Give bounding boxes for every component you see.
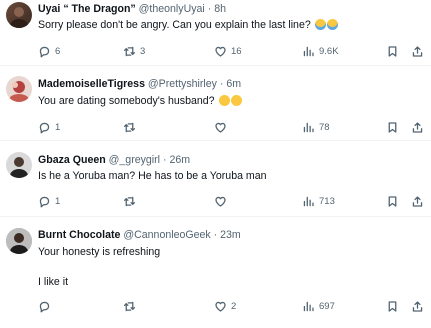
tweet-actions: 1 713	[0, 193, 431, 209]
views-count: 9.6K	[319, 45, 339, 57]
like-count: 2	[231, 300, 237, 312]
share-icon	[412, 300, 423, 312]
retweet-icon	[123, 46, 136, 56]
tweet-text: Sorry please don't be angry. Can you exp…	[38, 18, 338, 32]
reply-button[interactable]: 1	[38, 119, 60, 135]
tweet-actions: 2 697	[0, 298, 431, 314]
views-count: 713	[319, 195, 335, 207]
bookmark-icon	[388, 45, 397, 57]
retweet-icon	[123, 122, 136, 132]
handle[interactable]: @_greygirl	[109, 154, 160, 166]
timestamp[interactable]: · 8h	[208, 3, 226, 15]
views-icon	[303, 196, 314, 206]
handle[interactable]: @CannonleoGeek	[123, 229, 210, 241]
like-count: 16	[231, 45, 242, 57]
bookmark-icon	[388, 300, 397, 312]
share-button[interactable]	[411, 43, 424, 59]
share-icon	[412, 45, 423, 57]
reply-button[interactable]: 6	[38, 43, 60, 59]
reply-count: 1	[55, 195, 61, 207]
bookmark-button[interactable]	[386, 193, 399, 209]
like-button[interactable]	[214, 193, 231, 209]
reply-icon	[39, 122, 50, 133]
avatar[interactable]	[6, 2, 32, 28]
tweet-header: Uyai “ The Dragon” @theonlyUyai · 8h	[38, 2, 226, 16]
like-icon	[215, 196, 226, 207]
smirking-face-icon	[218, 95, 230, 106]
tweet-text-line-2: I like it	[38, 276, 69, 288]
tweet[interactable]: Burnt Chocolate @CannonleoGeek · 23m You…	[0, 217, 431, 328]
like-button[interactable]: 16	[214, 43, 242, 59]
share-icon	[412, 195, 423, 207]
tweet[interactable]: MademoiselleTigress @Prettyshirley · 6m …	[0, 66, 431, 141]
timestamp[interactable]: · 23m	[214, 229, 241, 241]
reply-icon	[39, 46, 50, 57]
tweet-text: You are dating somebody's husband?	[38, 94, 242, 108]
tweet-text: Your honesty is refreshing	[38, 246, 161, 258]
handle[interactable]: @Prettyshirley	[148, 78, 217, 90]
retweet-count: 3	[140, 45, 146, 57]
display-name[interactable]: Gbaza Queen	[38, 154, 106, 166]
tweet[interactable]: Uyai “ The Dragon” @theonlyUyai · 8h Sor…	[0, 0, 431, 66]
display-name[interactable]: Burnt Chocolate	[38, 229, 120, 241]
views-icon	[303, 122, 314, 132]
views-button[interactable]: 697	[302, 298, 335, 314]
reply-count: 1	[55, 121, 61, 133]
reply-count: 6	[55, 45, 61, 57]
share-button[interactable]	[411, 193, 424, 209]
bookmark-icon	[388, 121, 397, 133]
like-button[interactable]: 2	[214, 298, 236, 314]
views-icon	[303, 46, 314, 56]
tweet-actions: 6 3 16 9.6K	[0, 43, 431, 59]
views-count: 697	[319, 300, 335, 312]
retweet-button[interactable]: 3	[123, 43, 145, 59]
like-icon	[215, 301, 226, 312]
smirking-face-icon	[230, 95, 242, 106]
timestamp[interactable]: · 26m	[163, 154, 190, 166]
bookmark-icon	[388, 195, 397, 207]
share-icon	[412, 121, 423, 133]
display-name[interactable]: Uyai “ The Dragon”	[38, 3, 136, 15]
loudly-crying-face-icon	[314, 19, 326, 30]
bookmark-button[interactable]	[386, 119, 399, 135]
share-button[interactable]	[411, 119, 424, 135]
reply-icon	[39, 196, 50, 207]
bookmark-button[interactable]	[386, 298, 399, 314]
tweet-header: Gbaza Queen @_greygirl · 26m	[38, 153, 190, 167]
views-button[interactable]: 78	[302, 119, 330, 135]
like-icon	[215, 122, 226, 133]
retweet-button[interactable]	[123, 298, 140, 314]
views-count: 78	[319, 121, 330, 133]
reply-button[interactable]: 1	[38, 193, 60, 209]
avatar[interactable]	[6, 228, 32, 254]
handle[interactable]: @theonlyUyai	[139, 3, 205, 15]
views-button[interactable]: 713	[302, 193, 335, 209]
like-button[interactable]	[214, 119, 231, 135]
retweet-icon	[123, 301, 136, 311]
share-button[interactable]	[411, 298, 424, 314]
display-name[interactable]: MademoiselleTigress	[38, 78, 145, 90]
reply-button[interactable]	[38, 298, 55, 314]
timestamp[interactable]: · 6m	[220, 78, 241, 90]
tweet-text: Is he a Yoruba man? He has to be a Yorub…	[38, 170, 267, 182]
views-icon	[303, 301, 314, 311]
retweet-button[interactable]	[123, 193, 140, 209]
tweet-header: MademoiselleTigress @Prettyshirley · 6m	[38, 77, 241, 91]
views-button[interactable]: 9.6K	[302, 43, 339, 59]
tweet-actions: 1 78	[0, 119, 431, 135]
avatar[interactable]	[6, 76, 32, 102]
avatar[interactable]	[6, 152, 32, 178]
reply-icon	[39, 301, 50, 312]
like-icon	[215, 46, 226, 57]
bookmark-button[interactable]	[386, 43, 399, 59]
tweet-header: Burnt Chocolate @CannonleoGeek · 23m	[38, 228, 241, 242]
retweet-icon	[123, 196, 136, 206]
loudly-crying-face-icon	[326, 19, 338, 30]
tweet[interactable]: Gbaza Queen @_greygirl · 26m Is he a Yor…	[0, 141, 431, 217]
retweet-button[interactable]	[123, 119, 140, 135]
